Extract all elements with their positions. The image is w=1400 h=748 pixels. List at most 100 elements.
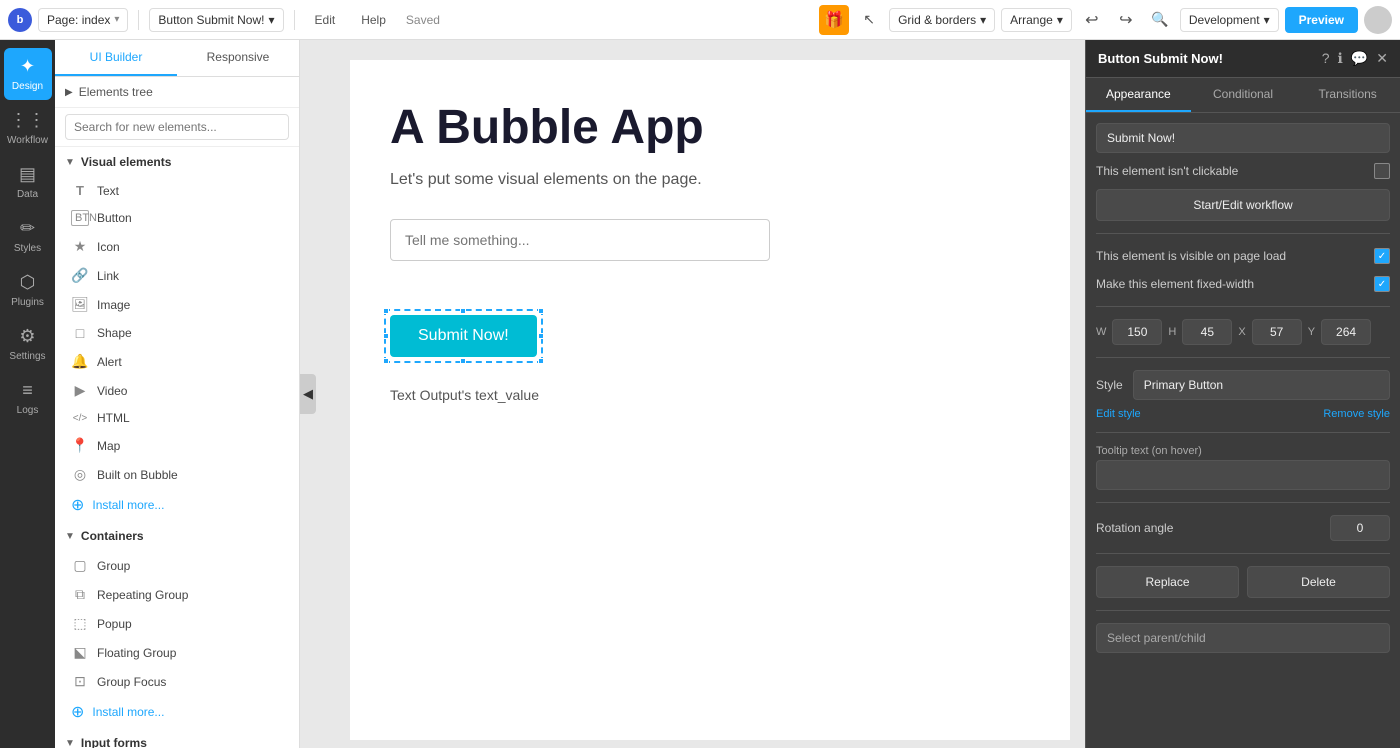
install-more-visual[interactable]: ⊕ Install more... <box>55 489 299 521</box>
element-html[interactable]: </> HTML <box>55 405 299 431</box>
element-popup[interactable]: ⬚ Popup <box>55 609 299 638</box>
handle-tr[interactable] <box>538 308 544 314</box>
submit-button[interactable]: Submit Now! <box>390 315 537 357</box>
handle-tm[interactable] <box>460 308 466 314</box>
arrange-selector[interactable]: Arrange ▾ <box>1001 8 1072 32</box>
floating-group-icon: ⬕ <box>71 644 89 661</box>
image-label: Image <box>97 298 130 312</box>
panel-collapse-handle[interactable]: ◀ <box>300 374 316 414</box>
replace-button[interactable]: Replace <box>1096 566 1239 598</box>
redo-button[interactable]: ↪ <box>1112 6 1140 34</box>
tab-appearance[interactable]: Appearance <box>1086 78 1191 112</box>
search-button[interactable]: 🔍 <box>1146 6 1174 34</box>
x-label: X <box>1238 326 1245 338</box>
tab-responsive[interactable]: Responsive <box>177 40 299 76</box>
handle-br[interactable] <box>538 358 544 364</box>
element-repeating-group[interactable]: ⧉ Repeating Group <box>55 580 299 609</box>
gift-icon[interactable]: 🎁 <box>819 5 849 35</box>
style-select-wrapper: Primary Button <box>1133 370 1390 400</box>
sidebar-item-styles[interactable]: ✏ Styles <box>4 210 52 262</box>
sidebar-item-data[interactable]: ▤ Data <box>4 156 52 208</box>
containers-header[interactable]: ▼ Containers <box>55 521 299 551</box>
rotation-input[interactable] <box>1330 515 1390 541</box>
x-input[interactable] <box>1252 319 1302 345</box>
input-forms-header[interactable]: ▼ Input forms <box>55 728 299 748</box>
edit-button[interactable]: Edit <box>305 9 346 31</box>
sidebar-item-workflow[interactable]: ⋮⋮ Workflow <box>4 102 52 154</box>
style-row: Style Primary Button <box>1096 370 1390 400</box>
handle-tl[interactable] <box>383 308 389 314</box>
delete-button[interactable]: Delete <box>1247 566 1390 598</box>
element-icon[interactable]: ★ Icon <box>55 232 299 261</box>
element-link[interactable]: 🔗 Link <box>55 261 299 290</box>
workflow-label: Workflow <box>7 135 48 146</box>
element-name-input[interactable] <box>1096 123 1390 153</box>
element-alert[interactable]: 🔔 Alert <box>55 347 299 376</box>
element-built-on-bubble[interactable]: ◎ Built on Bubble <box>55 460 299 489</box>
handle-bl[interactable] <box>383 358 389 364</box>
search-input[interactable] <box>65 114 289 140</box>
info-icon[interactable]: ℹ <box>1338 50 1343 67</box>
help-button[interactable]: Help <box>351 9 396 31</box>
help-icon[interactable]: ? <box>1322 50 1330 67</box>
divider-4 <box>1096 432 1390 433</box>
element-video[interactable]: ▶ Video <box>55 376 299 405</box>
comment-icon[interactable]: 💬 <box>1351 50 1368 67</box>
tooltip-input[interactable] <box>1096 460 1390 490</box>
user-avatar[interactable] <box>1364 6 1392 34</box>
workflow-button[interactable]: Start/Edit workflow <box>1096 189 1390 221</box>
undo-button[interactable]: ↩ <box>1078 6 1106 34</box>
handle-bm[interactable] <box>460 358 466 364</box>
install-more-visual-label: Install more... <box>92 498 164 512</box>
tab-conditional[interactable]: Conditional <box>1191 78 1296 112</box>
element-text[interactable]: T Text <box>55 177 299 204</box>
canvas-inner: A Bubble App Let's put some visual eleme… <box>350 60 1070 740</box>
plus-icon-visual: ⊕ <box>71 495 84 515</box>
element-shape[interactable]: □ Shape <box>55 319 299 347</box>
handle-ml[interactable] <box>383 333 389 339</box>
element-group[interactable]: ▢ Group <box>55 551 299 580</box>
y-input[interactable] <box>1321 319 1371 345</box>
sidebar-item-plugins[interactable]: ⬡ Plugins <box>4 264 52 316</box>
edit-style-link[interactable]: Edit style <box>1096 408 1141 420</box>
handle-mr[interactable] <box>538 333 544 339</box>
page-selector[interactable]: Page: index ▾ <box>38 8 128 32</box>
popup-icon: ⬚ <box>71 615 89 632</box>
settings-label: Settings <box>9 351 45 362</box>
sidebar-item-design[interactable]: ✦ Design <box>4 48 52 100</box>
dev-label: Development <box>1189 13 1260 27</box>
w-input[interactable] <box>1112 319 1162 345</box>
divider-5 <box>1096 502 1390 503</box>
style-select[interactable]: Primary Button <box>1133 370 1390 400</box>
dev-selector[interactable]: Development ▾ <box>1180 8 1279 32</box>
remove-style-link[interactable]: Remove style <box>1323 408 1390 420</box>
tab-transitions[interactable]: Transitions <box>1295 78 1400 112</box>
element-floating-group[interactable]: ⬕ Floating Group <box>55 638 299 667</box>
tab-ui-builder[interactable]: UI Builder <box>55 40 177 76</box>
h-input[interactable] <box>1182 319 1232 345</box>
saved-status: Saved <box>406 13 440 27</box>
install-more-containers[interactable]: ⊕ Install more... <box>55 696 299 728</box>
divider-2 <box>1096 306 1390 307</box>
cursor-tool-icon[interactable]: ↖ <box>855 6 883 34</box>
element-group-focus[interactable]: ⊡ Group Focus <box>55 667 299 696</box>
sidebar-item-logs[interactable]: ≡ Logs <box>4 372 52 424</box>
elements-tree-toggle[interactable]: ▶ Elements tree <box>55 77 299 108</box>
fixed-width-checkbox[interactable]: ✓ <box>1374 276 1390 292</box>
element-image[interactable]: 🖼 Image <box>55 290 299 319</box>
not-clickable-checkbox[interactable] <box>1374 163 1390 179</box>
select-parent-select[interactable]: Select parent/child <box>1096 623 1390 653</box>
visible-checkbox[interactable]: ✓ <box>1374 248 1390 264</box>
grid-borders-selector[interactable]: Grid & borders ▾ <box>889 8 995 32</box>
app-logo[interactable]: b <box>8 8 32 32</box>
close-icon[interactable]: ✕ <box>1376 50 1388 67</box>
canvas-input[interactable] <box>390 219 770 261</box>
element-button[interactable]: BTN Button <box>55 204 299 232</box>
element-map[interactable]: 📍 Map <box>55 431 299 460</box>
visual-elements-header[interactable]: ▼ Visual elements <box>55 147 299 177</box>
link-icon: 🔗 <box>71 267 89 284</box>
preview-button[interactable]: Preview <box>1285 7 1358 33</box>
fixed-width-label: Make this element fixed-width <box>1096 277 1254 291</box>
element-selector[interactable]: Button Submit Now! ▾ <box>149 8 283 32</box>
sidebar-item-settings[interactable]: ⚙ Settings <box>4 318 52 370</box>
